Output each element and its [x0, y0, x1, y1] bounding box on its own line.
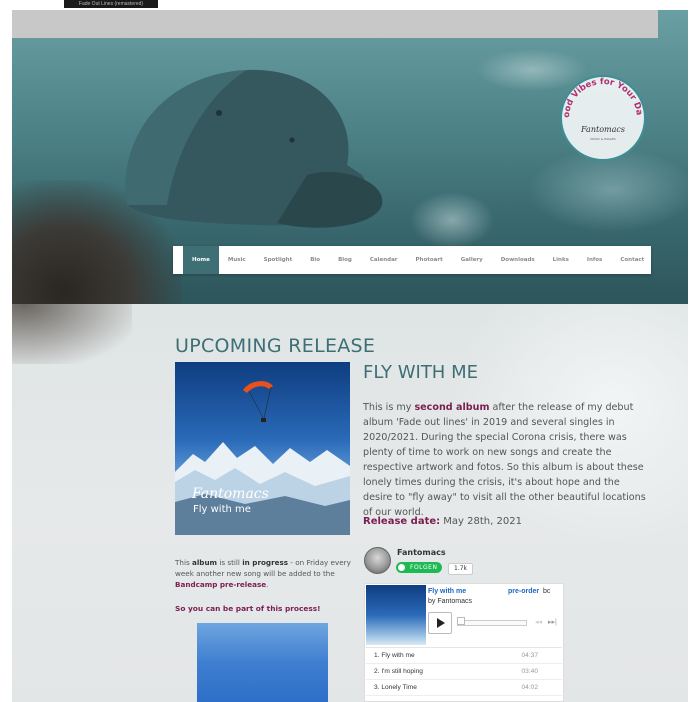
progress-text: This album is still in progress - on Fri…	[175, 558, 351, 589]
nav-item-downloads[interactable]: Downloads	[492, 246, 544, 274]
preorder-link[interactable]: pre-order	[508, 588, 539, 595]
track-row[interactable]: 2. I'm still hoping 03:40	[366, 664, 562, 680]
bandcamp-track-title[interactable]: Fly with me	[428, 588, 466, 595]
nav-item-music[interactable]: Music	[219, 246, 255, 274]
bandcamp-logo-icon[interactable]: bc	[543, 588, 550, 595]
main-nav: Home Music Spotlight Bio Blog Calendar P…	[173, 246, 651, 274]
release-label: Release date:	[363, 516, 441, 527]
track-name: 1. Fly with me	[374, 652, 415, 659]
track-name: 3. Lonely Time	[374, 684, 417, 691]
release-date: Release date: May 28th, 2021	[363, 516, 522, 527]
badge-sub: MUSIC & IMAGES	[590, 137, 616, 141]
track-time: 03:40	[521, 668, 538, 675]
nav-item-calendar[interactable]: Calendar	[361, 246, 407, 274]
album-cover[interactable]: Fantomacs Fly with me	[175, 362, 350, 535]
progress-knob[interactable]	[457, 617, 465, 625]
track-time: 04:37	[521, 652, 538, 659]
previous-track-icon[interactable]: ◂◂	[535, 618, 542, 626]
grey-strip	[12, 10, 658, 38]
upcoming-release-heading: UPCOMING RELEASE	[175, 335, 376, 357]
part-of-process-text: So you can be part of this process!	[175, 604, 321, 613]
spotify-artist-name[interactable]: Fantomacs	[397, 548, 446, 557]
spotify-follow-button[interactable]: FOLGEN	[396, 562, 442, 573]
background-hair	[12, 304, 132, 364]
nav-item-gallery[interactable]: Gallery	[452, 246, 492, 274]
progress-track[interactable]	[457, 620, 527, 626]
cap-image	[125, 69, 383, 228]
spotify-icon	[398, 564, 405, 571]
album-title: FLY WITH ME	[363, 362, 478, 383]
follower-count: 1.7k	[448, 563, 474, 575]
cover-title: Fantomacs	[192, 486, 269, 502]
nav-item-photoart[interactable]: Photoart	[407, 246, 452, 274]
nav-item-infos[interactable]: Infos	[578, 246, 611, 274]
play-button[interactable]	[428, 612, 452, 634]
bandcamp-artist[interactable]: by Fantomacs	[428, 598, 472, 605]
nav-item-blog[interactable]: Blog	[329, 246, 361, 274]
bandcamp-album-art[interactable]	[366, 585, 426, 645]
avatar[interactable]	[364, 547, 391, 574]
nav-item-home[interactable]: Home	[183, 246, 219, 274]
sky-image	[197, 623, 328, 702]
top-logo[interactable]: Fade Out Lines (remastered)	[64, 0, 158, 8]
follow-label: FOLGEN	[410, 564, 438, 571]
track-time: 04:02	[521, 684, 538, 691]
nav-item-spotlight[interactable]: Spotlight	[255, 246, 302, 274]
release-value: May 28th, 2021	[440, 516, 522, 527]
next-track-icon[interactable]: ▸▸|	[548, 618, 557, 626]
track-row[interactable]: 3. Lonely Time 04:02	[366, 680, 562, 696]
nav-item-bio[interactable]: Bio	[301, 246, 329, 274]
bandcamp-player: Fly with me by Fantomacs pre-order bc ◂◂…	[364, 583, 564, 702]
track-row[interactable]: 1. Fly with me 04:37	[366, 648, 562, 664]
nav-item-contact[interactable]: Contact	[611, 246, 653, 274]
cover-subtitle: Fly with me	[193, 504, 251, 515]
good-vibes-badge[interactable]: Good Vibes for Your Day! Fantomacs MUSIC…	[555, 70, 651, 166]
track-name: 2. I'm still hoping	[374, 668, 423, 675]
badge-brand: Fantomacs	[580, 125, 625, 134]
bandcamp-prerelease-link[interactable]: Bandcamp pre-release	[175, 580, 266, 589]
album-description: This is my second album after the releas…	[363, 402, 646, 518]
nav-item-links[interactable]: Links	[544, 246, 578, 274]
